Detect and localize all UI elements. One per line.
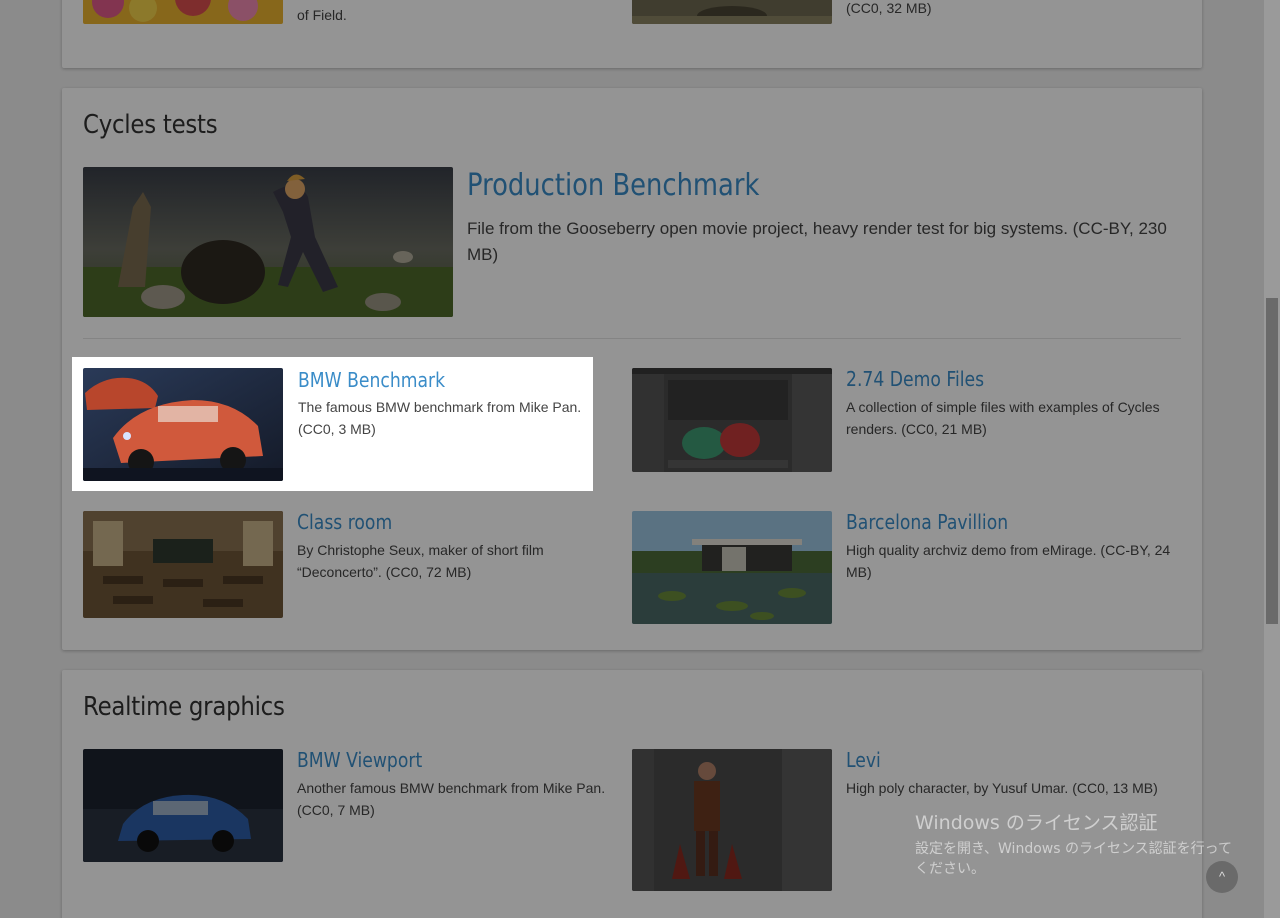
watermark-title: Windows のライセンス認証 xyxy=(915,812,1158,834)
thumb-274-demo-files[interactable] xyxy=(632,368,832,472)
thumb-previous-left[interactable] xyxy=(83,0,283,24)
desc-274-demo-files: A collection of simple files with exampl… xyxy=(846,399,1160,437)
link-bmw-benchmark[interactable]: BMW Benchmark xyxy=(298,368,445,392)
previous-right-desc: (CC0, 32 MB) xyxy=(846,0,932,16)
chevron-up-icon: ^ xyxy=(1218,869,1226,884)
link-class-room[interactable]: Class room xyxy=(297,510,392,534)
desc-class-room: By Christophe Seux, maker of short film … xyxy=(297,542,544,580)
desc-production-benchmark: File from the Gooseberry open movie proj… xyxy=(467,219,1167,264)
link-274-demo-files[interactable]: 2.74 Demo Files xyxy=(846,367,984,391)
thumb-bmw-viewport[interactable] xyxy=(83,749,283,862)
thumb-class-room[interactable] xyxy=(83,511,283,618)
previous-left-desc: of Field. xyxy=(297,7,347,23)
page: of Field. (CC0, 32 MB) Cycles tests Prod… xyxy=(0,0,1280,918)
section-title-cycles: Cycles tests xyxy=(83,110,218,140)
watermark-text: 設定を開き、Windows のライセンス認証を行ってください。 xyxy=(915,841,1232,877)
link-bmw-viewport[interactable]: BMW Viewport xyxy=(297,748,422,772)
thumb-previous-right[interactable] xyxy=(632,0,832,24)
divider xyxy=(83,338,1181,339)
link-barcelona-pavillion[interactable]: Barcelona Pavillion xyxy=(846,510,1008,534)
thumb-barcelona-pavillion[interactable] xyxy=(632,511,832,624)
desc-levi: High poly character, by Yusuf Umar. (CC0… xyxy=(846,780,1158,796)
scrollbar-thumb[interactable] xyxy=(1266,298,1278,624)
card-previous-section: of Field. (CC0, 32 MB) xyxy=(62,0,1202,68)
thumb-bmw-benchmark[interactable] xyxy=(83,368,283,481)
desc-bmw-viewport: Another famous BMW benchmark from Mike P… xyxy=(297,780,606,818)
link-levi[interactable]: Levi xyxy=(846,748,881,772)
scrollbar[interactable] xyxy=(1264,0,1280,918)
highlight-bmw-benchmark[interactable]: BMW Benchmark The famous BMW benchmark f… xyxy=(72,357,593,491)
link-production-benchmark[interactable]: Production Benchmark xyxy=(467,168,759,203)
windows-activation-watermark: Windows のライセンス認証 設定を開き、Windows のライセンス認証を… xyxy=(915,808,1245,879)
thumb-levi[interactable] xyxy=(632,749,832,891)
section-title-realtime: Realtime graphics xyxy=(83,692,285,722)
thumb-production-benchmark[interactable] xyxy=(83,167,453,317)
back-to-top-button[interactable]: ^ xyxy=(1206,861,1238,893)
card-realtime-graphics: Realtime graphics BMW Viewport Another f… xyxy=(62,670,1202,918)
desc-barcelona-pavillion: High quality archviz demo from eMirage. … xyxy=(846,542,1171,580)
desc-bmw-benchmark: The famous BMW benchmark from Mike Pan. … xyxy=(298,399,582,437)
